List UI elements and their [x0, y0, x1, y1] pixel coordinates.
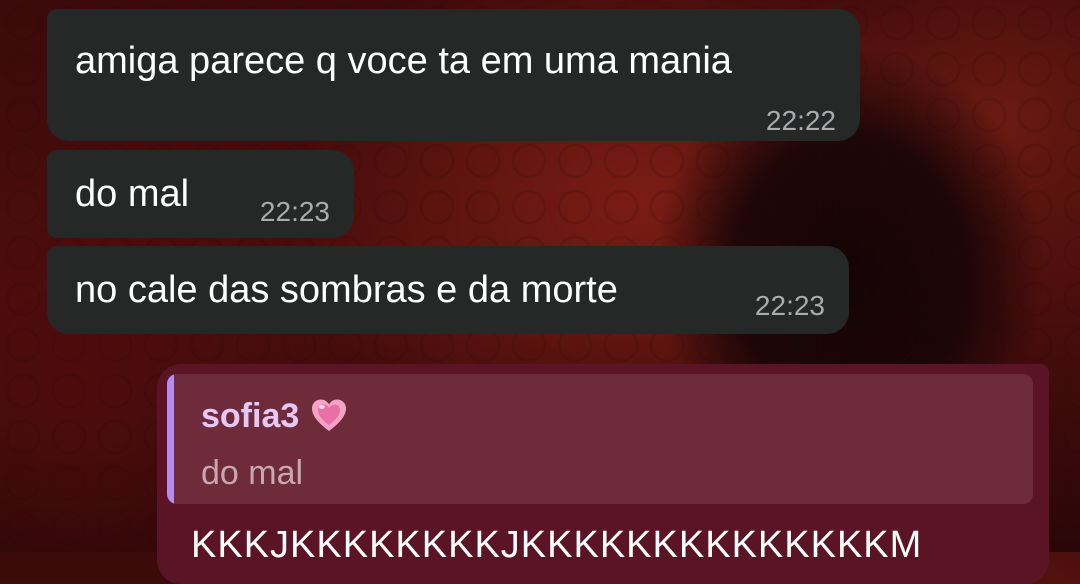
incoming-message[interactable]: no cale das sombras e da morte 22:23	[47, 246, 849, 334]
message-text: KKKJKKKKKKKKJKKKKKKKKKKKKKKM	[191, 524, 923, 566]
message-text: amiga parece q voce ta em uma mania	[75, 40, 732, 82]
message-time: 22:23	[259, 196, 330, 227]
reply-text: do mal	[201, 454, 304, 492]
message-time: 22:22	[765, 105, 836, 136]
incoming-message[interactable]: do mal 22:23	[47, 150, 354, 238]
outgoing-message[interactable]: sofia3 do mal KKKJKKKKKKKKJKKKKKKKKKKKKK…	[157, 364, 1049, 584]
message-time: 22:23	[754, 290, 825, 321]
incoming-message[interactable]: amiga parece q voce ta em uma mania 22:2…	[47, 9, 860, 141]
reply-accent-bar	[167, 374, 174, 504]
message-text: do mal	[75, 173, 190, 215]
message-text: no cale das sombras e da morte	[75, 269, 618, 311]
reply-quote[interactable]: sofia3 do mal	[167, 374, 1033, 504]
reply-author-name: sofia3	[201, 396, 300, 435]
reply-author: sofia3	[201, 396, 349, 436]
heart-emoji-icon	[309, 396, 349, 436]
